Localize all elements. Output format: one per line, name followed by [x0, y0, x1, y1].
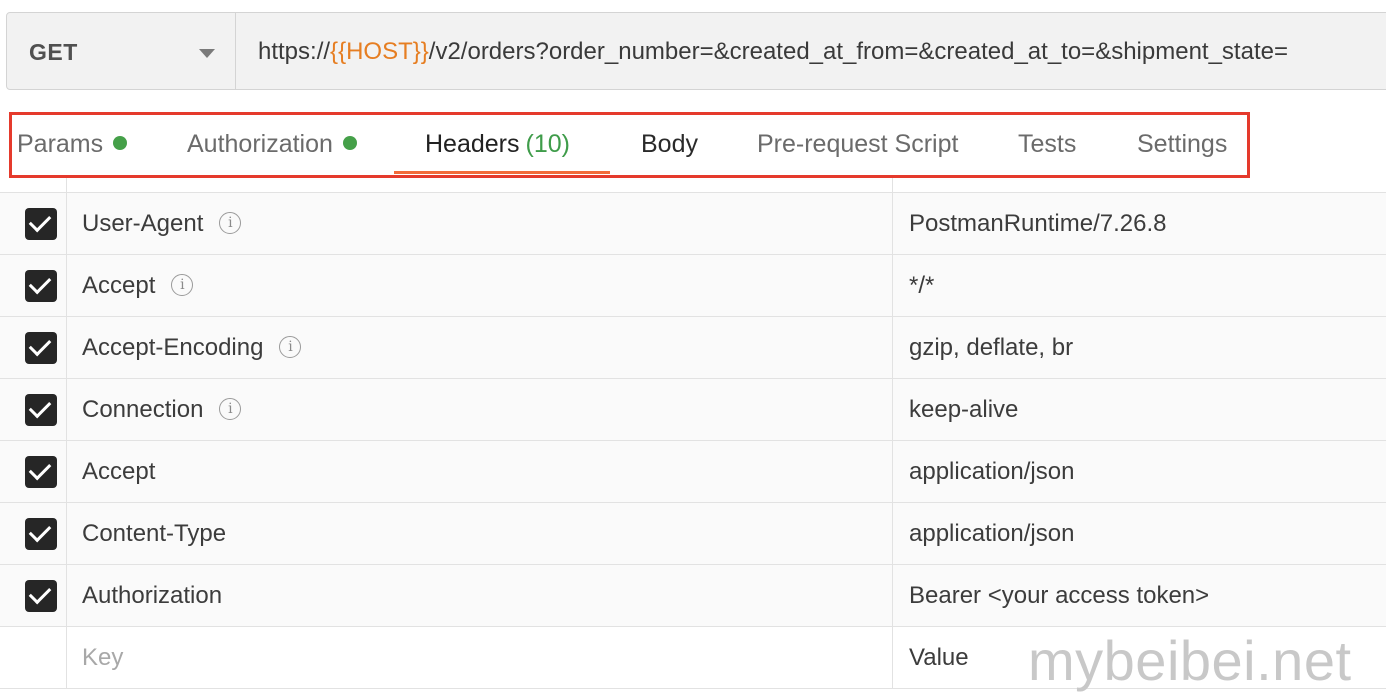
url-suffix: /v2/orders?order_number=&created_at_from…	[428, 38, 1288, 65]
value-cell[interactable]: gzip, deflate, br	[893, 317, 1386, 378]
header-value: Bearer <your access token>	[909, 582, 1210, 609]
key-cell[interactable]: User-Agent i	[66, 193, 893, 254]
row-checkbox[interactable]	[25, 518, 57, 550]
row-checkbox[interactable]	[25, 332, 57, 364]
key-text: User-Agent i	[82, 210, 242, 238]
header-key: Connection	[82, 396, 204, 423]
header-key: Authorization	[82, 582, 223, 609]
header-key: Accept	[82, 458, 156, 485]
key-text: Connection i	[82, 396, 242, 424]
request-bar: GET https://{{HOST}}/v2/orders?order_num…	[6, 12, 1386, 92]
info-icon[interactable]: i	[279, 335, 302, 358]
table-row: Accept i */*	[0, 255, 1386, 317]
table-row: Content-Type application/json	[0, 503, 1386, 565]
key-cell[interactable]: Content-Type	[66, 503, 893, 564]
key-cell[interactable]: Key	[66, 627, 893, 688]
table-row: Connection i keep-alive	[0, 379, 1386, 441]
check-cell	[0, 255, 67, 316]
value-cell[interactable]: Bearer <your access token>	[893, 565, 1386, 626]
key-text: Accept i	[82, 272, 194, 300]
check-cell	[0, 565, 67, 626]
header-value: application/json	[909, 458, 1075, 485]
header-key: Accept	[82, 272, 156, 299]
table-header-cell	[0, 178, 67, 192]
check-cell	[0, 441, 67, 502]
check-cell	[0, 503, 67, 564]
tabs-highlight-box	[9, 112, 1250, 178]
key-cell[interactable]: Accept-Encoding i	[66, 317, 893, 378]
table-header-row	[0, 178, 1386, 193]
url-variable: {{HOST}}	[330, 38, 429, 65]
header-key: User-Agent	[82, 210, 204, 237]
table-row: Authorization Bearer <your access token>	[0, 565, 1386, 627]
header-value: application/json	[909, 520, 1075, 547]
url-text: https://{{HOST}}/v2/orders?order_number=…	[258, 38, 1288, 66]
check-cell	[0, 627, 67, 688]
key-cell[interactable]: Accept i	[66, 255, 893, 316]
row-checkbox[interactable]	[25, 580, 57, 612]
chevron-down-icon	[199, 49, 215, 58]
row-checkbox[interactable]	[25, 394, 57, 426]
header-value: keep-alive	[909, 396, 1019, 423]
value-cell[interactable]: keep-alive	[893, 379, 1386, 440]
value-field[interactable]: Value	[909, 644, 969, 672]
header-value: gzip, deflate, br	[909, 334, 1074, 361]
row-checkbox[interactable]	[25, 270, 57, 302]
check-cell	[0, 379, 67, 440]
table-header-cell	[66, 178, 893, 192]
table-row: Accept-Encoding i gzip, deflate, br	[0, 317, 1386, 379]
key-text: Accept-Encoding i	[82, 334, 302, 362]
table-header-cell	[893, 178, 1386, 192]
header-key: Accept-Encoding	[82, 334, 264, 361]
method-select[interactable]: GET	[6, 12, 236, 90]
value-cell[interactable]: */*	[893, 255, 1386, 316]
table-row: User-Agent i PostmanRuntime/7.26.8	[0, 193, 1386, 255]
check-cell	[0, 193, 67, 254]
table-row: Accept application/json	[0, 441, 1386, 503]
url-prefix: https://	[258, 38, 331, 65]
key-cell[interactable]: Authorization	[66, 565, 893, 626]
header-value: */*	[909, 272, 935, 299]
key-field[interactable]: Key	[82, 644, 123, 672]
row-checkbox[interactable]	[25, 208, 57, 240]
row-checkbox[interactable]	[25, 456, 57, 488]
key-cell[interactable]: Accept	[66, 441, 893, 502]
info-icon[interactable]: i	[219, 211, 242, 234]
url-input[interactable]: https://{{HOST}}/v2/orders?order_number=…	[236, 12, 1386, 90]
value-cell[interactable]: application/json	[893, 441, 1386, 502]
method-label: GET	[29, 39, 78, 65]
header-value: PostmanRuntime/7.26.8	[909, 210, 1167, 237]
check-cell	[0, 317, 67, 378]
info-icon[interactable]: i	[171, 273, 194, 296]
key-cell[interactable]: Connection i	[66, 379, 893, 440]
value-cell[interactable]: application/json	[893, 503, 1386, 564]
info-icon[interactable]: i	[219, 397, 242, 420]
value-cell[interactable]: PostmanRuntime/7.26.8	[893, 193, 1386, 254]
watermark: mybeibei.net	[1028, 629, 1352, 692]
header-key: Content-Type	[82, 520, 227, 547]
